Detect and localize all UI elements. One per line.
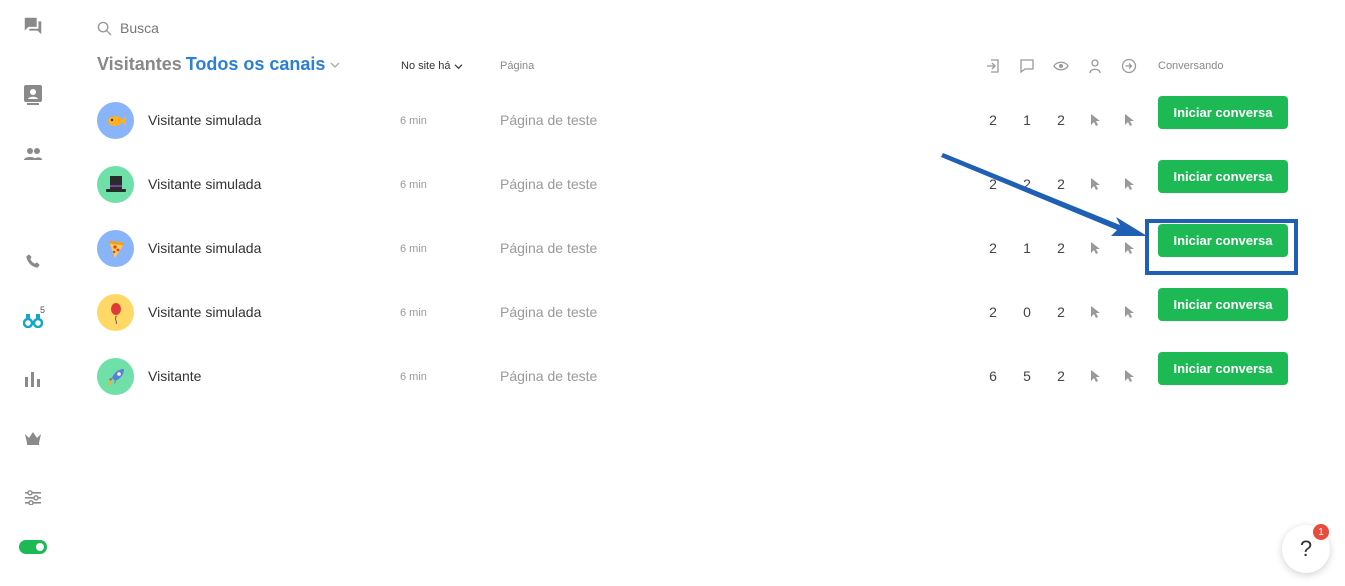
page-title: Visitantes Todos os canais	[97, 54, 340, 75]
cursor-icon	[1125, 114, 1134, 126]
visitor-time: 6 min	[400, 179, 427, 191]
table-row[interactable]: Visitante simulada 6 min Página de teste…	[97, 89, 1297, 153]
cursor-icon	[1091, 178, 1100, 190]
visitor-name: Visitante simulada	[148, 240, 262, 256]
cursor-icon	[1091, 370, 1100, 382]
start-chat-button[interactable]: Iniciar conversa	[1158, 96, 1288, 129]
search-input[interactable]	[118, 19, 322, 37]
top-hat-icon	[105, 175, 126, 192]
chat-count: 0	[1023, 304, 1031, 320]
entry-count: 2	[989, 240, 997, 256]
eye-icon	[1053, 61, 1069, 71]
sort-label: No site há	[401, 60, 451, 72]
entry-count: 2	[989, 112, 997, 128]
talking-column-header: Conversando	[1158, 60, 1224, 72]
channel-filter-dropdown[interactable]: Todos os canais	[186, 54, 326, 75]
start-chat-button[interactable]: Iniciar conversa	[1158, 288, 1288, 321]
search-icon	[97, 21, 112, 36]
chevron-down-icon[interactable]	[330, 61, 340, 69]
cursor-icon	[1125, 242, 1134, 254]
visitor-page[interactable]: Página de teste	[500, 304, 597, 320]
chevron-down-icon	[454, 63, 462, 69]
settings-sliders-icon[interactable]	[19, 483, 47, 511]
view-count: 2	[1057, 176, 1065, 192]
visitor-page[interactable]: Página de teste	[500, 368, 597, 384]
help-label: ?	[1299, 536, 1313, 561]
chats-icon[interactable]	[19, 12, 47, 40]
start-chat-button[interactable]: Iniciar conversa	[1158, 160, 1288, 193]
cursor-icon	[1091, 114, 1100, 126]
balloon-icon	[110, 302, 121, 324]
cursor-icon	[1091, 242, 1100, 254]
table-row[interactable]: Visitante simulada 6 min Página de teste…	[97, 217, 1297, 281]
highlight-box	[1145, 219, 1298, 275]
visitor-time: 6 min	[400, 115, 427, 127]
phone-icon[interactable]	[19, 247, 47, 275]
entry-count: 2	[989, 304, 997, 320]
visitor-time: 6 min	[400, 307, 427, 319]
chat-count: 1	[1023, 240, 1031, 256]
pizza-icon	[108, 240, 124, 258]
fish-icon	[107, 115, 126, 126]
chat-bubble-icon	[1020, 59, 1034, 74]
visitor-name: Visitante simulada	[148, 112, 262, 128]
avatar	[97, 294, 134, 331]
avatar	[97, 166, 134, 203]
view-count: 2	[1057, 240, 1065, 256]
sort-time-on-site[interactable]: No site há	[401, 60, 463, 72]
start-chat-button[interactable]: Iniciar conversa	[1158, 352, 1288, 385]
avatar	[97, 358, 134, 395]
avatar	[97, 102, 134, 139]
chat-count: 5	[1023, 368, 1031, 384]
notification-badge: 1	[1313, 524, 1329, 540]
entry-count: 6	[989, 368, 997, 384]
visitor-page[interactable]: Página de teste	[500, 240, 597, 256]
view-count: 2	[1057, 368, 1065, 384]
contact-card-icon[interactable]	[19, 81, 47, 109]
rocket-icon	[106, 368, 124, 386]
arrow-circle-icon	[1121, 58, 1137, 74]
chat-count: 2	[1023, 176, 1031, 192]
view-count: 2	[1057, 304, 1065, 320]
cursor-icon	[1125, 178, 1134, 190]
visitor-time: 6 min	[400, 371, 427, 383]
visitor-name: Visitante simulada	[148, 304, 262, 320]
monitor-badge: 5	[40, 305, 46, 315]
page-title-text: Visitantes	[97, 54, 182, 74]
visitor-time: 6 min	[400, 243, 427, 255]
chat-count: 1	[1023, 112, 1031, 128]
crown-icon[interactable]	[19, 424, 47, 452]
team-icon[interactable]	[19, 140, 47, 168]
reports-icon[interactable]	[19, 365, 47, 393]
cursor-icon	[1125, 370, 1134, 382]
visitor-page[interactable]: Página de teste	[500, 176, 597, 192]
table-row[interactable]: Visitante simulada 6 min Página de teste…	[97, 281, 1297, 345]
visitor-page[interactable]: Página de teste	[500, 112, 597, 128]
sidebar: 5	[0, 0, 66, 586]
status-toggle[interactable]	[19, 540, 47, 554]
table-row[interactable]: Visitante simulada 6 min Página de teste…	[97, 153, 1297, 217]
avatar	[97, 230, 134, 267]
user-icon	[1089, 59, 1101, 74]
view-count: 2	[1057, 112, 1065, 128]
page-column-header: Página	[500, 60, 535, 72]
cursor-icon	[1125, 306, 1134, 318]
search-bar	[97, 17, 322, 39]
table-row[interactable]: Visitante 6 min Página de teste 6 5 2 In…	[97, 345, 1297, 409]
visitor-name: Visitante simulada	[148, 176, 262, 192]
cursor-icon	[1091, 306, 1100, 318]
entry-count: 2	[989, 176, 997, 192]
visitor-name: Visitante	[148, 368, 202, 384]
entry-icon	[987, 59, 999, 73]
